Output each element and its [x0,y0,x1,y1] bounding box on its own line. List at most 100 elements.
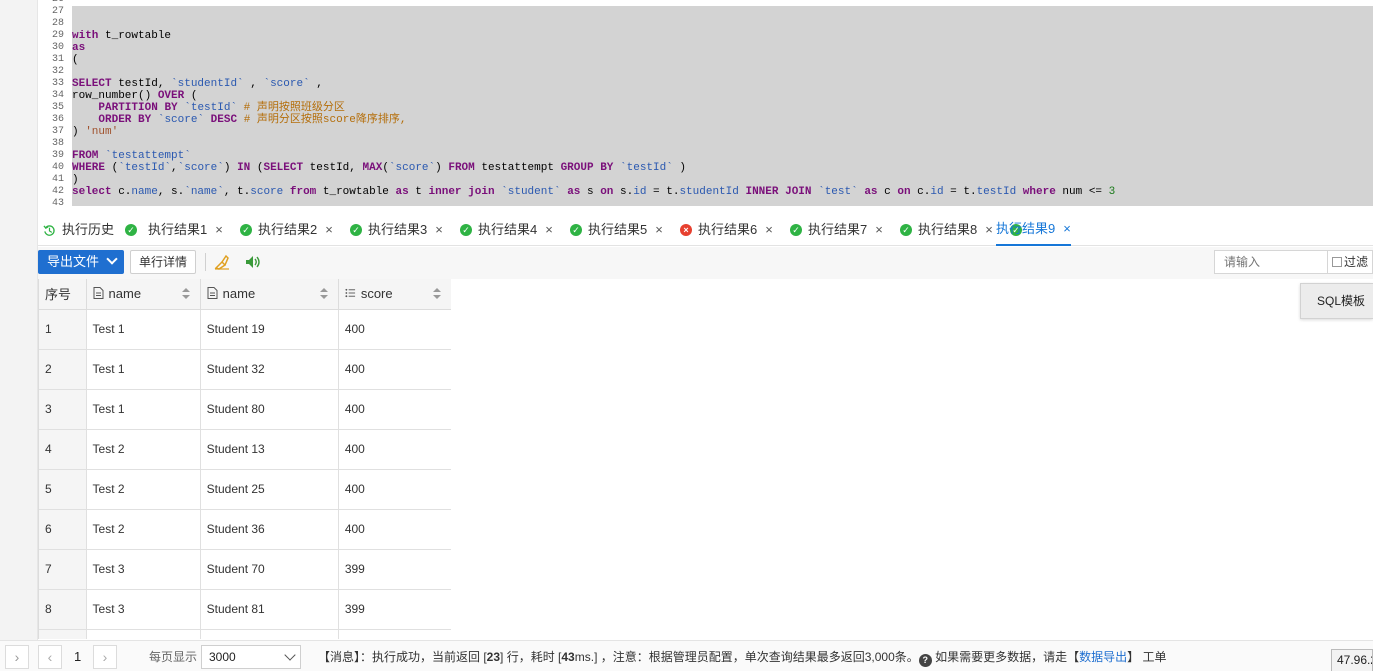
table-row[interactable]: 9 [39,629,451,639]
student-name-cell[interactable]: Student 32 [200,349,339,390]
close-icon[interactable]: × [435,214,443,246]
col-header-test-name[interactable]: name [86,279,201,310]
score-cell[interactable]: 400 [338,469,451,510]
filter-checkbox[interactable] [1332,257,1342,267]
close-icon[interactable]: × [875,214,883,246]
close-icon[interactable]: × [985,214,993,246]
help-icon[interactable]: ? [918,654,932,667]
error-icon: × [680,224,692,236]
student-name-cell[interactable]: Student 81 [200,589,339,630]
score-cell[interactable]: 400 [338,389,451,430]
test-name-cell[interactable]: Test 1 [86,309,201,350]
per-page-value: 3000 [209,650,236,664]
filter-toggle[interactable]: 过滤 [1328,250,1373,274]
tab-execution-history[interactable]: 执行历史 [43,214,114,246]
test-name-cell[interactable]: Test 1 [86,349,201,390]
table-row[interactable]: 4 Test 2 Student 13 400 [39,429,451,470]
sort-icon[interactable] [319,288,328,300]
table-row[interactable]: 3 Test 1 Student 80 400 [39,389,451,430]
close-icon[interactable]: × [325,214,333,246]
row-index-cell[interactable]: 4 [39,429,87,470]
close-icon[interactable]: × [1063,213,1071,245]
row-index-cell[interactable]: 3 [39,389,87,430]
msg-more: 如果需要更多数据，请走【 [931,650,1080,664]
text-column-icon [207,287,218,300]
line-number: 28 [51,18,64,29]
clear-brush-icon[interactable] [213,253,231,271]
table-row[interactable]: 2 Test 1 Student 32 400 [39,349,451,390]
tab-result-5[interactable]: 执行结果5 × [588,214,663,246]
score-cell[interactable]: 399 [338,589,451,630]
per-page-select[interactable]: 3000 [201,645,301,669]
table-row[interactable]: 7 Test 3 Student 70 399 [39,549,451,590]
table-row[interactable]: 8 Test 3 Student 81 399 [39,589,451,630]
editor-line: 38 [38,138,1373,150]
student-name-cell[interactable]: Student 25 [200,469,339,510]
tab-result-3[interactable]: 执行结果3 × [368,214,443,246]
row-detail-button[interactable]: 单行详情 [130,250,196,274]
close-icon[interactable]: × [545,214,553,246]
sql-client-window: 26272829with t_rowtable30as31(3233SELECT… [0,0,1373,671]
export-file-button[interactable]: 导出文件 [38,250,124,274]
tab-result-4[interactable]: 执行结果4 × [478,214,553,246]
score-cell[interactable]: 400 [338,349,451,390]
expand-panel-button[interactable]: › [5,645,29,669]
sql-editor[interactable]: 26272829with t_rowtable30as31(3233SELECT… [38,0,1373,206]
score-cell[interactable]: 399 [338,549,451,590]
row-index-cell[interactable]: 1 [39,309,87,350]
close-icon[interactable]: × [655,214,663,246]
prev-page-button[interactable]: ‹ [38,645,62,669]
tab-result-8[interactable]: 执行结果8 × [918,214,993,246]
score-cell[interactable]: 400 [338,429,451,470]
table-row[interactable]: 6 Test 2 Student 36 400 [39,509,451,550]
line-number: 43 [51,198,64,206]
test-name-cell[interactable]: Test 1 [86,389,201,430]
tab-result-9[interactable]: 执行结果9 × [996,214,1071,246]
student-name-cell[interactable]: Student 36 [200,509,339,550]
test-name-cell[interactable]: Test 3 [86,549,201,590]
student-name-cell[interactable]: Student 70 [200,549,339,590]
student-name-cell[interactable]: Student 19 [200,309,339,350]
row-index-cell[interactable]: 5 [39,469,87,510]
sort-icon[interactable] [433,288,441,300]
table-header-row: 序号 name name score [39,279,451,310]
result-filter-input[interactable] [1214,250,1328,274]
line-number: 35 [51,102,64,113]
table-row[interactable]: 1 Test 1 Student 19 400 [39,309,451,350]
data-export-link[interactable]: 数据导出 [1079,650,1127,664]
per-page-label: 每页显示 [149,650,198,664]
sort-icon[interactable] [181,288,190,300]
success-check-icon: ✓ [900,224,912,236]
score-cell[interactable]: 400 [338,309,451,350]
next-page-button[interactable]: › [93,645,117,669]
speaker-icon[interactable] [244,253,262,271]
row-index-cell[interactable]: 8 [39,589,87,630]
tab-result-2[interactable]: 执行结果2 × [258,214,333,246]
test-name-cell[interactable]: Test 3 [86,589,201,630]
close-icon[interactable]: × [215,214,223,246]
code-text: as [72,42,86,54]
student-name-cell[interactable]: Student 80 [200,389,339,430]
tab-result-7[interactable]: 执行结果7 × [808,214,883,246]
test-name-cell[interactable]: Test 2 [86,429,201,470]
row-index-cell[interactable]: 7 [39,549,87,590]
col-header-student-name[interactable]: name [200,279,339,310]
score-cell[interactable] [338,629,451,639]
test-name-cell[interactable]: Test 2 [86,509,201,550]
student-name-cell[interactable] [200,629,339,639]
row-index-cell[interactable]: 6 [39,509,87,550]
test-name-cell[interactable] [86,629,201,639]
row-index-cell[interactable]: 9 [39,629,87,639]
tab-label: 执行结果8 [918,222,978,237]
col-header-score[interactable]: score [338,279,451,310]
tab-result-6[interactable]: 执行结果6 × [698,214,773,246]
sql-template-button[interactable]: SQL模板 [1300,283,1373,319]
score-cell[interactable]: 400 [338,509,451,550]
row-index-cell[interactable]: 2 [39,349,87,390]
table-row[interactable]: 5 Test 2 Student 25 400 [39,469,451,510]
student-name-cell[interactable]: Student 13 [200,429,339,470]
test-name-cell[interactable]: Test 2 [86,469,201,510]
success-check-icon: ✓ [790,224,802,236]
close-icon[interactable]: × [765,214,773,246]
tab-result-1[interactable]: 执行结果1 × [148,214,223,246]
